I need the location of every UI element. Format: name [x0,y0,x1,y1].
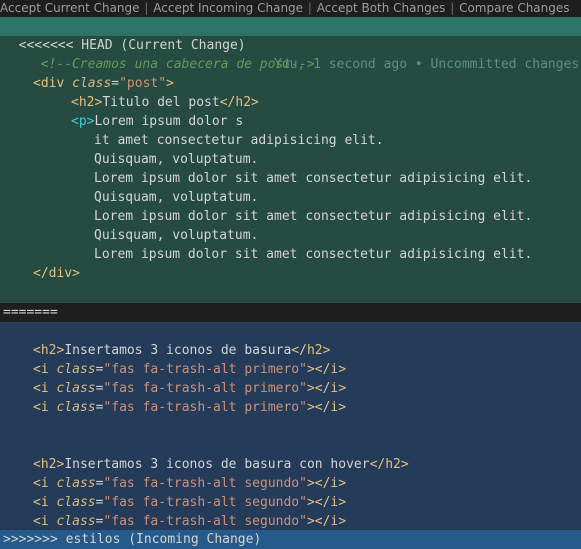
text-token: Quisquam, voluptatum. [94,228,259,243]
tag-token: <i [33,476,49,491]
code-line[interactable]: it amet consectetur adipisicing elit. [94,131,384,150]
text-token: Lorem ipsum dolor sit amet consectetur a… [94,247,533,262]
accept-current-change-link[interactable]: Accept Current Change [0,1,140,15]
attr-name-token: class [56,400,96,415]
accept-incoming-change-link[interactable]: Accept Incoming Change [153,1,303,15]
tag-token: <p> [71,114,95,129]
code-line[interactable]: Quisquam, voluptatum. [94,226,258,245]
tag-token: ></i> [306,476,347,491]
code-line[interactable]: <h2>Titulo del post</h2> [71,93,259,112]
tag-token: ></i> [306,495,347,510]
string-token: "fas fa-trash-alt primero" [103,381,307,396]
tag-token: ></i> [306,362,347,377]
attr-name-token: class [72,76,112,91]
string-token: "fas fa-trash-alt primero" [103,362,307,377]
attr-name-token: class [56,476,96,491]
code-line[interactable]: <i class="fas fa-trash-alt segundo"></i> [33,512,346,531]
code-line[interactable]: <i class="fas fa-trash-alt primero"></i> [33,360,346,379]
code-line[interactable]: Lorem ipsum dolor sit amet consectetur a… [94,245,532,264]
tag-token: > [166,76,174,91]
text-token: Titulo del post [102,95,220,110]
string-token: "fas fa-trash-alt primero" [103,400,307,415]
code-line[interactable]: ======= [3,303,58,322]
codelens-separator: | [144,1,149,15]
text-token: it amet consectetur adipisicing elit. [94,133,384,148]
tag-token: <i [33,381,49,396]
string-token: "fas fa-trash-alt segundo" [103,476,307,491]
codelens-separator: | [307,1,312,15]
tag-token: </div> [33,266,80,281]
compare-changes-link[interactable]: Compare Changes [459,1,569,15]
codelens-separator: | [450,1,455,15]
code-line[interactable]: <h2>Insertamos 3 iconos de basura con ho… [33,455,409,474]
merge-conflict-codelens: Accept Current Change | Accept Incoming … [0,0,581,17]
text-token: Lorem ipsum dolor sit amet consectetur a… [94,171,533,186]
code-line[interactable]: Lorem ipsum dolor sit amet consectetur a… [94,207,532,226]
tag-token: ></i> [306,514,347,529]
string-token: "fas fa-trash-alt segundo" [103,514,307,529]
conflict-divider-band [0,303,581,322]
conflict-divider-marker: ======= [3,305,58,320]
git-blame-ghost-text: You, 1 second ago • Uncommitted changes [274,57,580,72]
attr-name-token: class [56,362,96,377]
code-line[interactable]: <<<<<<< HEAD (Current Change) You, 1 sec… [3,17,580,72]
code-line[interactable]: <i class="fas fa-trash-alt segundo"></i> [33,493,346,512]
code-line[interactable]: <!--Creamos una cabecera de post--> [25,36,315,72]
string-token: "post" [119,76,167,91]
tag-token: <i [33,495,49,510]
code-line[interactable]: </div> [33,264,80,283]
tag-token: <i [33,362,49,377]
tag-token: </h2> [219,95,259,110]
attr-name-token: class [56,495,96,510]
attr-name-token: class [56,514,96,529]
text-token: Insertamos 3 iconos de basura con hover [64,457,370,472]
text-token: Quisquam, voluptatum. [94,152,259,167]
tag-token: <i [33,514,49,529]
code-line[interactable]: <i class="fas fa-trash-alt primero"></i> [33,379,346,398]
string-token: "fas fa-trash-alt segundo" [103,495,307,510]
text-token: Lorem ipsum dolor s [94,114,244,129]
tag-token: <h2> [33,343,65,358]
tag-token: <i [33,400,49,415]
tag-token: <h2> [71,95,103,110]
code-line[interactable]: Quisquam, voluptatum. [94,150,258,169]
text-token: Lorem ipsum dolor sit amet consectetur a… [94,209,533,224]
incoming-change-marker: >>>>>>> estilos (Incoming Change) [3,532,262,547]
tag-token: </h2> [369,457,409,472]
code-line[interactable]: <h2>Insertamos 3 iconos de basura</h2> [33,341,330,360]
equals-token: = [111,76,120,91]
tag-token: <h2> [33,457,65,472]
accept-both-changes-link[interactable]: Accept Both Changes [317,1,446,15]
attr-name-token: class [56,381,96,396]
text-token: Insertamos 3 iconos de basura [64,343,292,358]
code-line[interactable]: Quisquam, voluptatum. [94,188,258,207]
tag-token: <div [33,76,65,91]
tag-token: ></i> [306,400,347,415]
code-line[interactable]: <i class="fas fa-trash-alt segundo"></i> [33,474,346,493]
tag-token: </h2> [291,343,331,358]
code-line[interactable]: <div class="post"> [33,74,174,93]
code-line[interactable]: <i class="fas fa-trash-alt primero"></i> [33,398,346,417]
code-line[interactable]: Lorem ipsum dolor sit amet consectetur a… [94,169,532,188]
html-comment: <!--Creamos una cabecera de post--> [40,57,315,72]
tag-token: ></i> [306,381,347,396]
code-line[interactable]: <p>Lorem ipsum dolor s [71,112,243,131]
text-token: Quisquam, voluptatum. [94,190,259,205]
code-line[interactable]: >>>>>>> estilos (Incoming Change) [3,530,261,549]
